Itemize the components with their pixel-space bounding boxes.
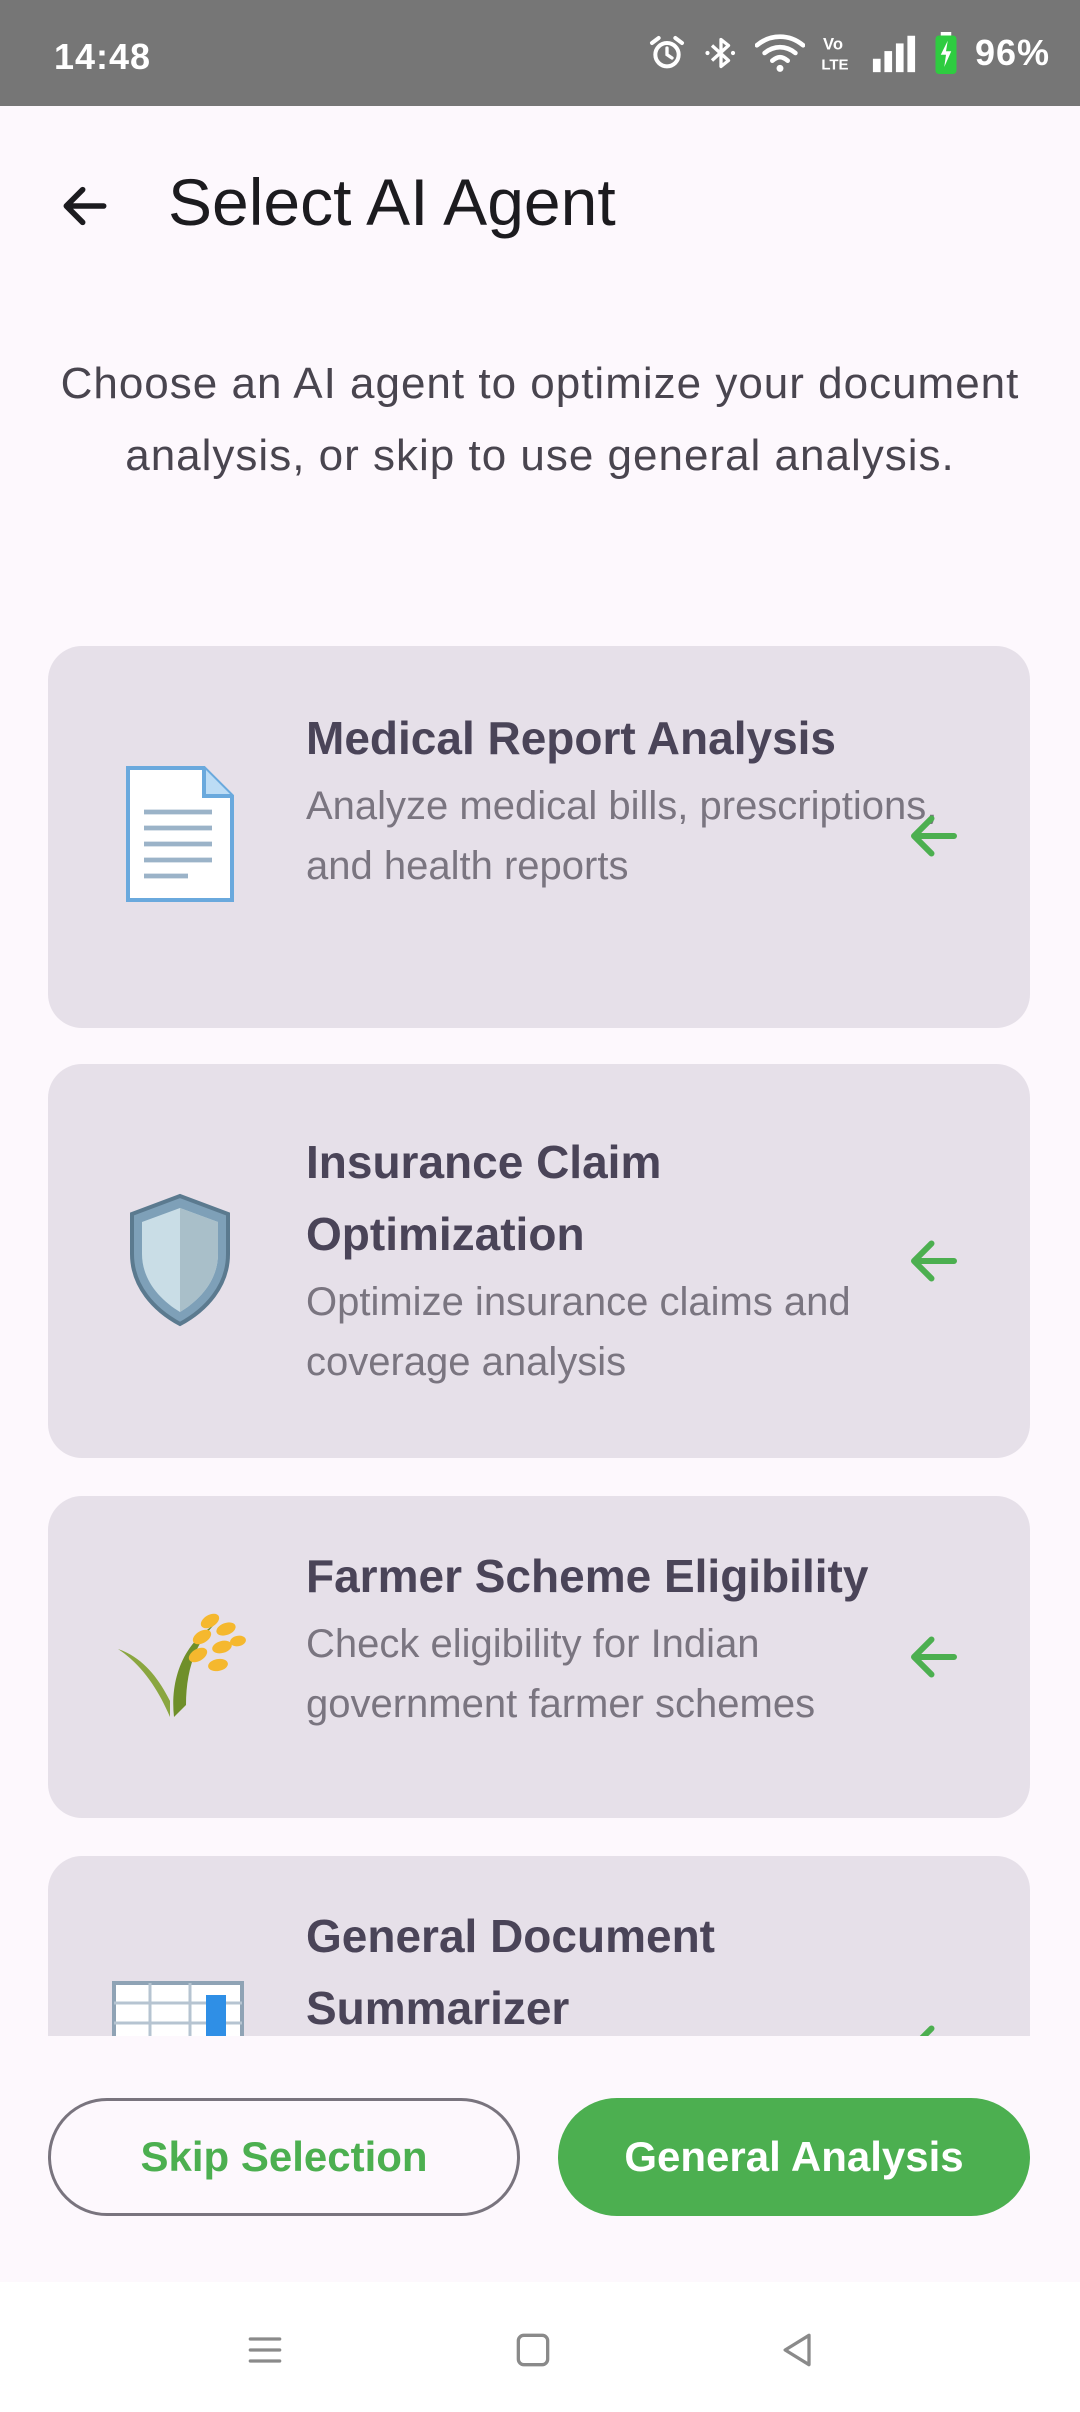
spreadsheet-icon: [110, 1966, 250, 2036]
agent-list[interactable]: Medical Report Analysis Analyze medical …: [0, 640, 1080, 2036]
svg-text:LTE: LTE: [821, 57, 848, 73]
bottom-action-bar: Skip Selection General Analysis: [0, 2036, 1080, 2282]
intro-text: Choose an AI agent to optimize your docu…: [60, 359, 1020, 480]
agent-title: Medical Report Analysis: [306, 712, 837, 764]
app-bar: Select AI Agent: [0, 106, 1080, 296]
status-bar: 14:48 Vo LTE 96%: [0, 0, 1080, 106]
agent-title: Insurance Claim Optimization: [306, 1136, 662, 1260]
arrow-left-icon: [894, 796, 974, 876]
alarm-icon: [647, 33, 687, 73]
battery-charging-icon: [933, 32, 959, 74]
wifi-icon: [754, 33, 805, 73]
agent-description: Optimize insurance claims and coverage a…: [306, 1280, 851, 1384]
page-title: Select AI Agent: [168, 165, 616, 239]
back-triangle-icon[interactable]: [758, 2310, 838, 2390]
arrow-left-icon: [63, 186, 107, 226]
general-analysis-button[interactable]: General Analysis: [558, 2098, 1030, 2216]
shield-icon: [110, 1190, 250, 1330]
svg-text:Vo: Vo: [823, 35, 843, 54]
arrow-left-icon: [894, 2006, 974, 2036]
signal-icon: [871, 33, 917, 73]
bluetooth-icon: [703, 33, 739, 73]
volte-icon: Vo LTE: [821, 33, 855, 73]
agent-description: Analyze medical bills, prescriptions, an…: [306, 784, 938, 888]
document-icon: [110, 764, 250, 904]
skip-selection-button[interactable]: Skip Selection: [48, 2098, 520, 2216]
system-nav-bar: [0, 2282, 1080, 2412]
back-button[interactable]: [40, 161, 130, 251]
agent-card-general-summarizer[interactable]: General Document Summarizer: [48, 1856, 1030, 2036]
agent-card-farmer-scheme[interactable]: Farmer Scheme Eligibility Check eligibil…: [48, 1496, 1030, 1818]
agent-card-medical-report[interactable]: Medical Report Analysis Analyze medical …: [48, 646, 1030, 1028]
status-time: 14:48: [54, 36, 152, 77]
battery-percent: 96%: [974, 32, 1050, 73]
agent-card-insurance-claim[interactable]: Insurance Claim Optimization Optimize in…: [48, 1064, 1030, 1458]
rice-plant-icon: [110, 1588, 250, 1728]
agent-description: Check eligibility for Indian government …: [306, 1622, 816, 1726]
agent-title: Farmer Scheme Eligibility: [306, 1550, 869, 1602]
arrow-left-icon: [894, 1617, 974, 1697]
arrow-left-icon: [894, 1221, 974, 1301]
agent-title: General Document Summarizer: [306, 1910, 715, 2034]
menu-icon[interactable]: [225, 2310, 305, 2390]
home-square-icon[interactable]: [493, 2310, 573, 2390]
status-icons: Vo LTE 96%: [647, 30, 1050, 76]
